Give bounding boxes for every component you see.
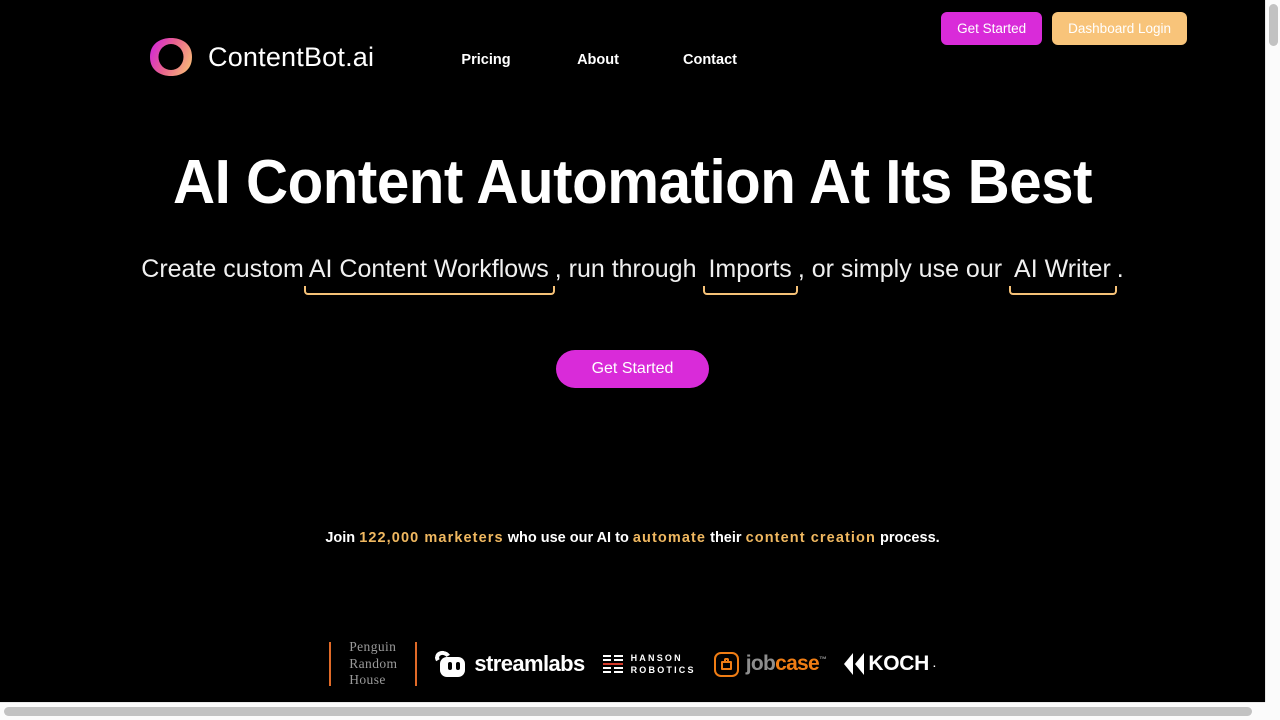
nav-item-about[interactable]: About [542,52,654,68]
stats-word-content-creation: content creation [745,530,876,546]
logo-koch: KOCH. [844,652,936,676]
link-ai-writer[interactable]: AI Writer [1009,253,1117,294]
hero-subtitle: Create custom AI Content Workflows, run t… [0,215,1265,294]
link-imports[interactable]: Imports [703,253,799,294]
streamlabs-icon [433,649,466,677]
hanson-line-1: HANSON [630,652,683,663]
site-header: ContentBot.ai Pricing About Contact Get … [0,0,1265,110]
subtitle-text-2: , run through [554,255,697,284]
cta-wrapper: Get Started [0,286,1265,388]
stats-middle-2: their [706,530,746,546]
get-started-button[interactable]: Get Started [941,12,1043,45]
divider [329,642,332,686]
hero-get-started-button[interactable]: Get Started [555,349,710,388]
divider [415,642,418,686]
nav-item-contact[interactable]: Contact [654,52,766,68]
page-title: AI Content Automation At Its Best [172,148,1093,217]
nav-item-pricing[interactable]: Pricing [430,52,542,68]
stats-middle-1: who use our AI to [503,530,633,546]
scrollbar-corner [1265,702,1280,720]
logo-penguin-random-house: Penguin Random House [349,639,397,690]
streamlabs-wordmark: streamlabs [474,651,585,676]
subtitle-text-3: , or simply use our [797,255,1003,284]
prh-line-1: Penguin [349,638,397,654]
jobcase-part-job: job [745,652,776,675]
hanson-robotics-icon [602,654,623,674]
jobcase-part-case: case [775,652,820,675]
subtitle-text-1: Create custom [141,255,304,284]
subtitle-text-4: . [1116,255,1124,284]
stats-prefix: Join [325,530,360,546]
brand-logo-link[interactable]: ContentBot.ai [148,36,374,78]
stats-suffix: process. [875,530,940,546]
page-viewport: ContentBot.ai Pricing About Contact Get … [0,0,1265,702]
main-nav: Pricing About Contact [430,52,766,68]
header-actions: Get Started Dashboard Login [941,12,1187,45]
logo-hanson-robotics: HANSON ROBOTICS [602,652,696,676]
koch-arrow-icon [844,653,865,675]
gradient-ring-icon [148,36,194,78]
vertical-scrollbar[interactable] [1265,0,1280,702]
koch-wordmark: KOCH [868,652,929,675]
jobcase-briefcase-icon [713,651,739,677]
jobcase-wordmark: jobcase™ [746,652,827,676]
vertical-scrollbar-thumb[interactable] [1269,4,1278,46]
koch-period: . [932,658,936,670]
social-proof-text: Join 122,000 marketers who use our AI to… [0,530,1265,546]
link-ai-content-workflows[interactable]: AI Content Workflows [303,253,555,294]
logo-streamlabs: streamlabs [433,649,585,677]
brand-name: ContentBot.ai [208,41,375,72]
dashboard-login-button[interactable]: Dashboard Login [1052,12,1187,45]
horizontal-scrollbar[interactable] [0,702,1280,720]
logo-jobcase: jobcase™ [713,651,827,677]
browser-page: ContentBot.ai Pricing About Contact Get … [0,0,1280,720]
client-logo-strip: Penguin Random House streamlabs HANSON R… [0,639,1265,690]
stats-word-automate: automate [632,530,707,546]
prh-line-2: Random [349,655,398,671]
horizontal-scrollbar-thumb[interactable] [4,707,1252,716]
jobcase-tm: ™ [819,655,827,664]
stats-count: 122,000 marketers [359,530,504,546]
hero-section: AI Content Automation At Its Best Create… [0,150,1265,388]
prh-line-3: House [349,672,386,688]
hanson-robotics-wordmark: HANSON ROBOTICS [631,652,696,676]
hanson-line-2: ROBOTICS [630,665,696,675]
